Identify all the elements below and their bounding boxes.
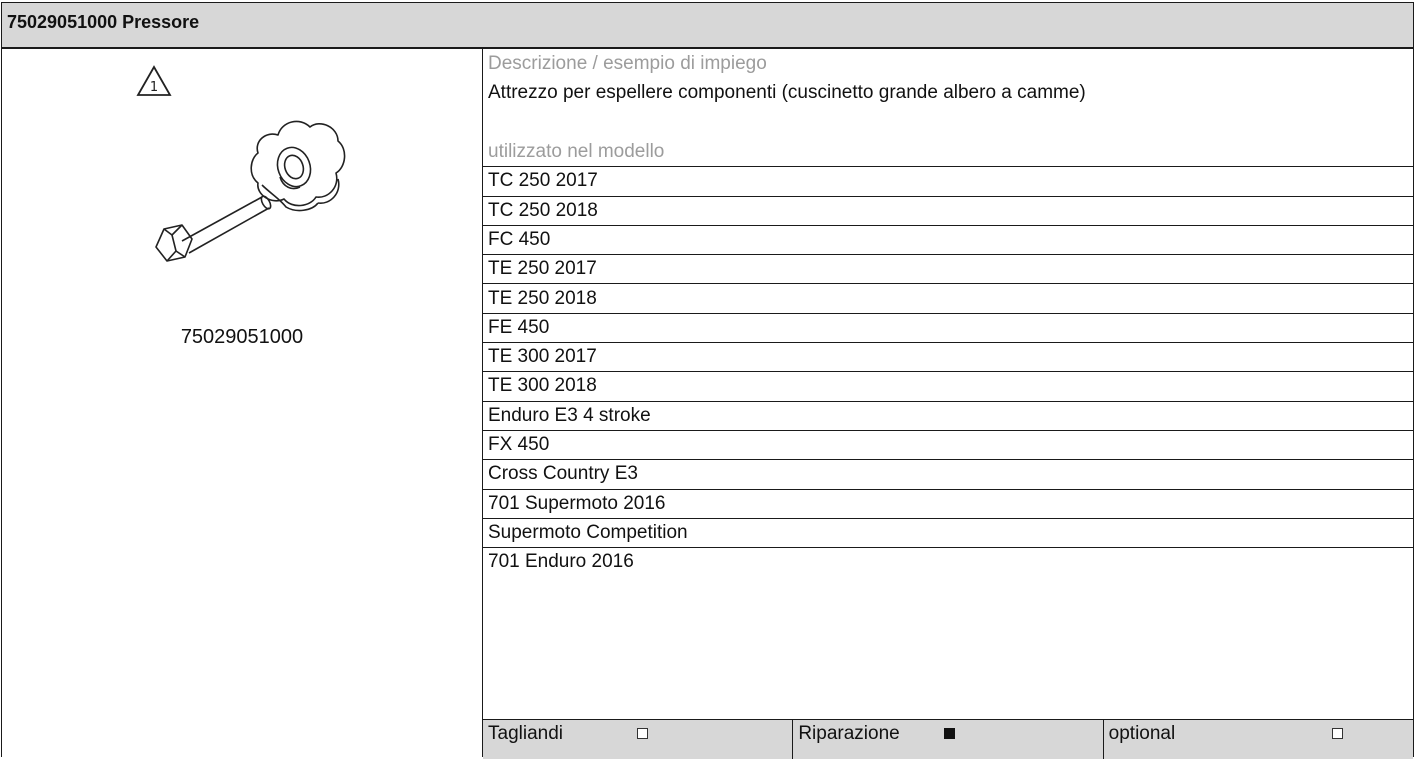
warning-number: 1 [150,80,158,95]
sheet-title: 75029051000 Pressore [7,12,200,32]
category-footer: Tagliandi Riparazione optional [483,719,1413,759]
warning-triangle-icon: 1 [136,65,172,96]
checkbox-filled-icon [944,728,956,739]
models-heading: utilizzato nel modello [483,137,1413,168]
model-list-item: TE 250 2018 [483,284,1413,314]
model-list-item: Enduro E3 4 stroke [483,401,1413,431]
model-list-item: FC 450 [483,225,1413,256]
model-list-item: TC 250 2018 [483,196,1413,226]
description-text: Attrezzo per espellere componenti (cusci… [488,82,1086,104]
details-panel: Descrizione / esempio di impiego Attrezz… [483,49,1413,759]
category-tagliandi: Tagliandi [483,720,792,759]
pressing-tool-image [155,120,346,262]
category-riparazione: Riparazione [792,720,1102,759]
model-list-item: 701 Supermoto 2016 [483,489,1413,519]
blank-row [483,108,1413,137]
sheet-header: 75029051000 Pressore [2,3,1413,49]
model-list-item: TC 250 2017 [483,166,1413,197]
category-optional: optional [1102,720,1413,759]
model-list-item: Supermoto Competition [483,518,1413,549]
checkbox-empty-icon [1331,728,1343,739]
model-list-item: 701 Enduro 2016 [488,551,634,573]
category-label: optional [1108,723,1176,744]
model-list-item: FE 450 [483,313,1413,344]
category-label: Tagliandi [488,723,563,744]
image-panel: 1 75029051000 [2,49,483,757]
model-list-item: FX 450 [483,430,1413,461]
part-number-caption: 75029051000 [180,326,304,348]
model-list-item: TE 250 2017 [483,254,1413,285]
checkbox-empty-icon [637,728,648,739]
model-list-item: TE 300 2018 [483,371,1413,402]
category-label: Riparazione [798,723,900,744]
tool-sheet: 75029051000 Pressore 1 75029051000 Descr… [1,2,1414,759]
model-list-item: Cross Country E3 [483,459,1413,490]
model-list-item: TE 300 2017 [483,342,1413,373]
description-heading: Descrizione / esempio di impiego [488,53,767,74]
